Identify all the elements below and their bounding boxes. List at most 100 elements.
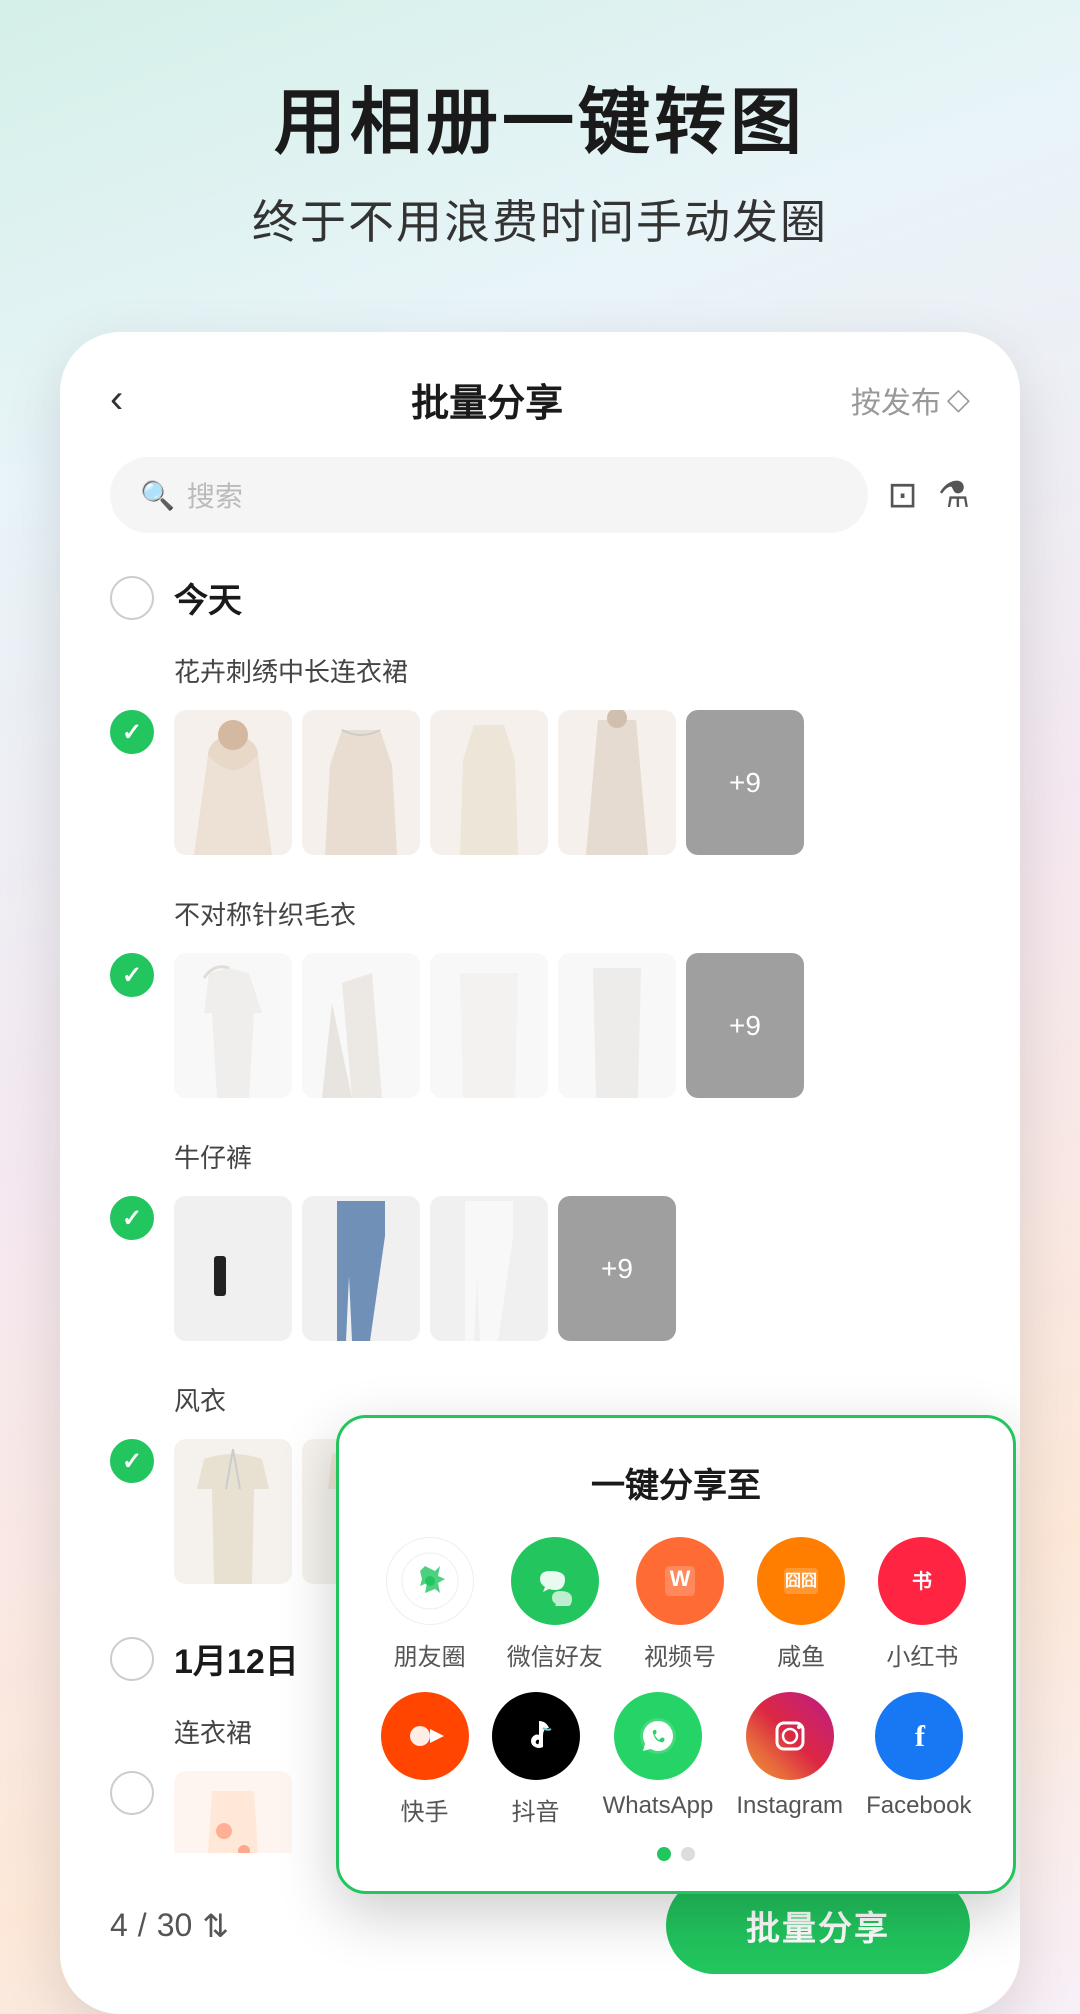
product-thumb <box>174 710 292 855</box>
filter-icon[interactable]: ⚗ <box>938 474 970 516</box>
sort-label: 按发布 <box>851 378 941 422</box>
product-name-row-1: 花卉刺绣中长连衣裙 <box>60 632 1020 700</box>
product-thumb <box>430 1196 548 1341</box>
product-images-row-1: +9 <box>60 700 1020 875</box>
product-checkbox-3[interactable] <box>110 1196 154 1240</box>
product-spacer <box>110 1377 154 1421</box>
chevron-down-icon: ◇ <box>947 382 970 417</box>
product-checkbox-2[interactable] <box>110 953 154 997</box>
grid-view-icon[interactable]: ⊡ <box>888 474 918 516</box>
header-subtitle: 终于不用浪费时间手动发圈 <box>60 186 1020 252</box>
product-spacer <box>110 648 154 692</box>
page-dots <box>369 1847 983 1861</box>
product-more-count-1: +9 <box>686 710 804 855</box>
kuaishou-icon <box>381 1692 469 1780</box>
dot-2 <box>681 1847 695 1861</box>
product-thumb <box>174 953 292 1098</box>
product-name-2: 不对称针织毛衣 <box>174 895 356 932</box>
whatsapp-label: WhatsApp <box>603 1792 714 1820</box>
instagram-label: Instagram <box>736 1792 843 1820</box>
count-total: 30 <box>157 1907 193 1944</box>
xiaohongshu-label: 小红书 <box>886 1637 958 1672</box>
pengyouquan-label: 朋友圈 <box>394 1637 466 1672</box>
product-name-row-3: 牛仔裤 <box>60 1118 1020 1186</box>
douyin-icon <box>492 1692 580 1780</box>
search-icon: 🔍 <box>140 479 175 512</box>
product-thumbs-3: +9 <box>174 1196 970 1341</box>
product-name-3: 牛仔裤 <box>174 1138 252 1175</box>
count-selector[interactable]: 4 / 30 ⇅ <box>110 1907 229 1945</box>
xianyu-icon: 囧囧 <box>757 1537 845 1625</box>
pengyouquan-icon <box>386 1537 474 1625</box>
section-date-today: 今天 <box>174 573 242 622</box>
instagram-icon <box>746 1692 834 1780</box>
product-thumb <box>174 1196 292 1341</box>
product-item-3: 牛仔裤 +9 <box>60 1118 1020 1361</box>
product-checkbox-1[interactable] <box>110 710 154 754</box>
share-douyin[interactable]: 抖音 <box>492 1692 580 1827</box>
product-more-count-3: +9 <box>558 1196 676 1341</box>
product-thumb <box>430 710 548 855</box>
product-thumbs-2: +9 <box>174 953 970 1098</box>
whatsapp-icon <box>614 1692 702 1780</box>
product-name-5: 连衣裙 <box>174 1713 252 1750</box>
share-shipinhao[interactable]: W 视频号 <box>636 1537 724 1672</box>
share-icons-row-2: 快手 抖音 WhatsApp Instagram <box>369 1692 983 1827</box>
facebook-label: Facebook <box>866 1792 971 1820</box>
count-current: 4 <box>110 1907 128 1944</box>
product-name-row-2: 不对称针织毛衣 <box>60 875 1020 943</box>
shipinhao-label: 视频号 <box>644 1637 716 1672</box>
weixin-icon <box>511 1537 599 1625</box>
product-checkbox-5[interactable] <box>110 1771 154 1815</box>
product-thumb <box>558 710 676 855</box>
page-title: 批量分享 <box>411 372 563 427</box>
section-radio-today[interactable] <box>110 576 154 620</box>
share-weixin[interactable]: 微信好友 <box>507 1537 603 1672</box>
share-popup-title: 一键分享至 <box>369 1458 983 1507</box>
share-xianyu[interactable]: 囧囧 咸鱼 <box>757 1537 845 1672</box>
xianyu-label: 咸鱼 <box>777 1637 825 1672</box>
product-item-2: 不对称针织毛衣 <box>60 875 1020 1118</box>
svg-text:囧囧: 囧囧 <box>785 1572 817 1590</box>
product-more-count-2: +9 <box>686 953 804 1098</box>
share-facebook[interactable]: f Facebook <box>866 1692 971 1827</box>
search-input-wrap[interactable]: 🔍 搜索 <box>110 457 868 533</box>
product-images-row-3: +9 <box>60 1186 1020 1361</box>
product-thumb <box>558 953 676 1098</box>
share-whatsapp[interactable]: WhatsApp <box>603 1692 714 1827</box>
share-instagram[interactable]: Instagram <box>736 1692 843 1827</box>
section-radio-jan12[interactable] <box>110 1637 154 1681</box>
header-title: 用相册一键转图 <box>60 80 1020 166</box>
share-icons-row-1: 朋友圈 微信好友 W 视频号 囧囧 咸鱼 <box>369 1537 983 1672</box>
product-checkbox-4[interactable] <box>110 1439 154 1483</box>
share-pengyouquan[interactable]: 朋友圈 <box>386 1537 474 1672</box>
sort-button[interactable]: 按发布 ◇ <box>851 378 970 422</box>
header-section: 用相册一键转图 终于不用浪费时间手动发圈 <box>0 0 1080 292</box>
product-images-row-2: +9 <box>60 943 1020 1118</box>
section-date-jan12: 1月12日 <box>174 1634 299 1683</box>
douyin-label: 抖音 <box>512 1792 560 1827</box>
count-separator: / <box>138 1907 147 1944</box>
share-xiaohongshu[interactable]: 书 小红书 <box>878 1537 966 1672</box>
product-thumb <box>302 710 420 855</box>
dot-1 <box>657 1847 671 1861</box>
product-spacer <box>110 1134 154 1178</box>
svg-text:W: W <box>670 1566 691 1591</box>
product-thumb <box>302 953 420 1098</box>
top-bar: ‹ 批量分享 按发布 ◇ <box>60 332 1020 447</box>
back-button[interactable]: ‹ <box>110 377 123 422</box>
facebook-icon: f <box>875 1692 963 1780</box>
product-thumb <box>430 953 548 1098</box>
svg-text:f: f <box>915 1720 926 1753</box>
xiaohongshu-icon: 书 <box>878 1537 966 1625</box>
share-kuaishou[interactable]: 快手 <box>381 1692 469 1827</box>
search-placeholder: 搜索 <box>187 475 243 515</box>
weixin-label: 微信好友 <box>507 1637 603 1672</box>
share-popup: 一键分享至 朋友圈 微信好友 W 视频 <box>336 1415 1016 1894</box>
shipinhao-icon: W <box>636 1537 724 1625</box>
phone-card: ‹ 批量分享 按发布 ◇ 🔍 搜索 ⊡ ⚗ 今天 花卉刺绣中长连衣裙 <box>60 332 1020 2014</box>
product-thumb <box>174 1439 292 1584</box>
product-spacer <box>110 891 154 935</box>
product-thumbs-1: +9 <box>174 710 970 855</box>
section-header-today: 今天 <box>60 553 1020 632</box>
